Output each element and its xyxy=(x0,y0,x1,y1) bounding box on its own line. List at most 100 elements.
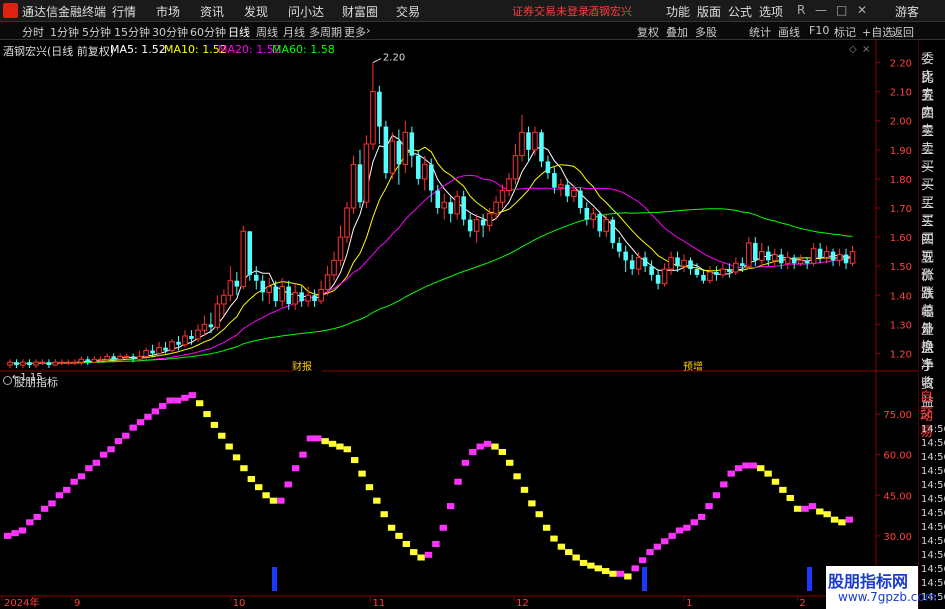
candle-body-down xyxy=(778,254,784,264)
candle-body-down xyxy=(552,173,557,188)
indicator-axis-label: 30.00 xyxy=(883,532,912,543)
candle-body-up xyxy=(454,195,460,215)
tick-time: 14:56 xyxy=(921,424,945,435)
candle-body-down xyxy=(130,356,136,360)
indicator-block xyxy=(624,573,632,580)
indicator-block xyxy=(4,532,12,539)
indicator-block xyxy=(616,570,625,577)
indicator-block xyxy=(734,465,743,472)
stock-chart[interactable]: 2.20 2.10 2.00 1.90 1.80 1.70 1.60 1.50 1.40 1.30… xyxy=(0,0,945,609)
candle-body-down xyxy=(273,286,278,302)
candle-body-up xyxy=(668,256,674,270)
candle-body-down xyxy=(610,219,615,243)
indicator-block xyxy=(542,524,551,531)
time-axis-label: 9 xyxy=(74,598,80,609)
indicator-block xyxy=(557,543,566,550)
indicator-block xyxy=(712,492,721,499)
candle-body-down xyxy=(416,155,421,179)
tick-time: 14:56 xyxy=(921,550,945,561)
candle-body-up xyxy=(512,155,519,180)
indicator-block xyxy=(144,413,152,420)
indicator-block xyxy=(122,432,130,439)
candle-body-down xyxy=(150,350,155,354)
candle-body-up xyxy=(733,262,739,273)
candle-body-down xyxy=(409,132,415,156)
indicator-axis-label: 60.00 xyxy=(883,451,912,462)
candle-body-up xyxy=(823,251,830,258)
candle-body-down xyxy=(448,202,453,214)
candle-body-down xyxy=(176,341,181,345)
indicator-block xyxy=(838,519,846,526)
candle-body-up xyxy=(91,358,98,363)
indicator-block xyxy=(159,402,167,409)
candle-body-up xyxy=(78,358,85,363)
signal-bar xyxy=(807,567,812,591)
indicator-block xyxy=(77,473,86,480)
indicator-block xyxy=(439,524,447,531)
candle-body-up xyxy=(7,361,13,366)
time-axis-label: 1 xyxy=(686,598,692,609)
candle-body-up xyxy=(402,131,409,165)
candle-body-up xyxy=(771,254,778,261)
candle-body-up xyxy=(363,143,370,203)
candle-body-down xyxy=(714,272,719,275)
candle-body-up xyxy=(65,361,72,364)
candle-body-down xyxy=(111,356,116,360)
candle-body-down xyxy=(435,190,441,208)
ma60-line xyxy=(9,208,853,365)
indicator-block xyxy=(203,411,211,418)
candle-body-up xyxy=(324,274,331,290)
indicator-block xyxy=(786,494,794,501)
signal-bar xyxy=(642,567,647,591)
candle-body-up xyxy=(195,329,201,340)
indicator-block xyxy=(240,465,248,472)
candle-body-down xyxy=(629,260,635,270)
candle-body-up xyxy=(279,286,285,302)
candle-body-up xyxy=(221,294,227,305)
candle-body-down xyxy=(377,91,382,127)
tick-time: 14:56 xyxy=(921,452,945,463)
candle-body-down xyxy=(163,347,168,351)
indicator-block xyxy=(218,432,226,439)
indicator-block xyxy=(299,451,307,458)
candle-body-up xyxy=(493,201,499,215)
candle-body-down xyxy=(655,274,661,284)
candle-body-up xyxy=(344,207,350,238)
tick-time: 14:56 xyxy=(921,494,945,505)
candle-body-up xyxy=(33,361,39,366)
candle-body-down xyxy=(46,362,52,366)
indicator-block xyxy=(609,570,617,577)
candle-body-up xyxy=(635,256,642,270)
candle-body-up xyxy=(720,268,726,276)
indicator-block xyxy=(513,473,521,480)
candle-body-down xyxy=(383,126,389,174)
indicator-block xyxy=(373,497,381,504)
candle-body-down xyxy=(578,190,583,208)
candle-body-up xyxy=(441,201,447,209)
indicator-block xyxy=(336,443,344,450)
indicator-block xyxy=(343,446,351,453)
candle-body-down xyxy=(584,208,590,220)
indicator-block xyxy=(417,554,425,561)
low-marker-label: ←1.15 xyxy=(12,372,43,383)
indicator-block xyxy=(114,438,123,445)
candle-body-down xyxy=(260,280,266,293)
indicator-block xyxy=(668,532,676,539)
indicator-block xyxy=(749,462,758,469)
price-axis-label: 2.00 xyxy=(890,117,912,128)
candle-body-up xyxy=(759,251,765,261)
indicator-block xyxy=(151,408,160,415)
indicator-block xyxy=(314,435,322,442)
indicator-block xyxy=(55,492,64,499)
indicator-block xyxy=(528,500,536,507)
candle-body-down xyxy=(642,257,648,267)
indicator-block xyxy=(262,492,270,499)
candle-body-up xyxy=(318,288,324,302)
indicator-block xyxy=(469,448,477,455)
candle-body-up xyxy=(849,251,856,264)
candle-body-down xyxy=(27,362,32,366)
candle-body-down xyxy=(701,274,706,281)
candle-body-up xyxy=(59,361,65,364)
candle-body-up xyxy=(499,190,506,203)
indicator-block xyxy=(350,457,359,464)
